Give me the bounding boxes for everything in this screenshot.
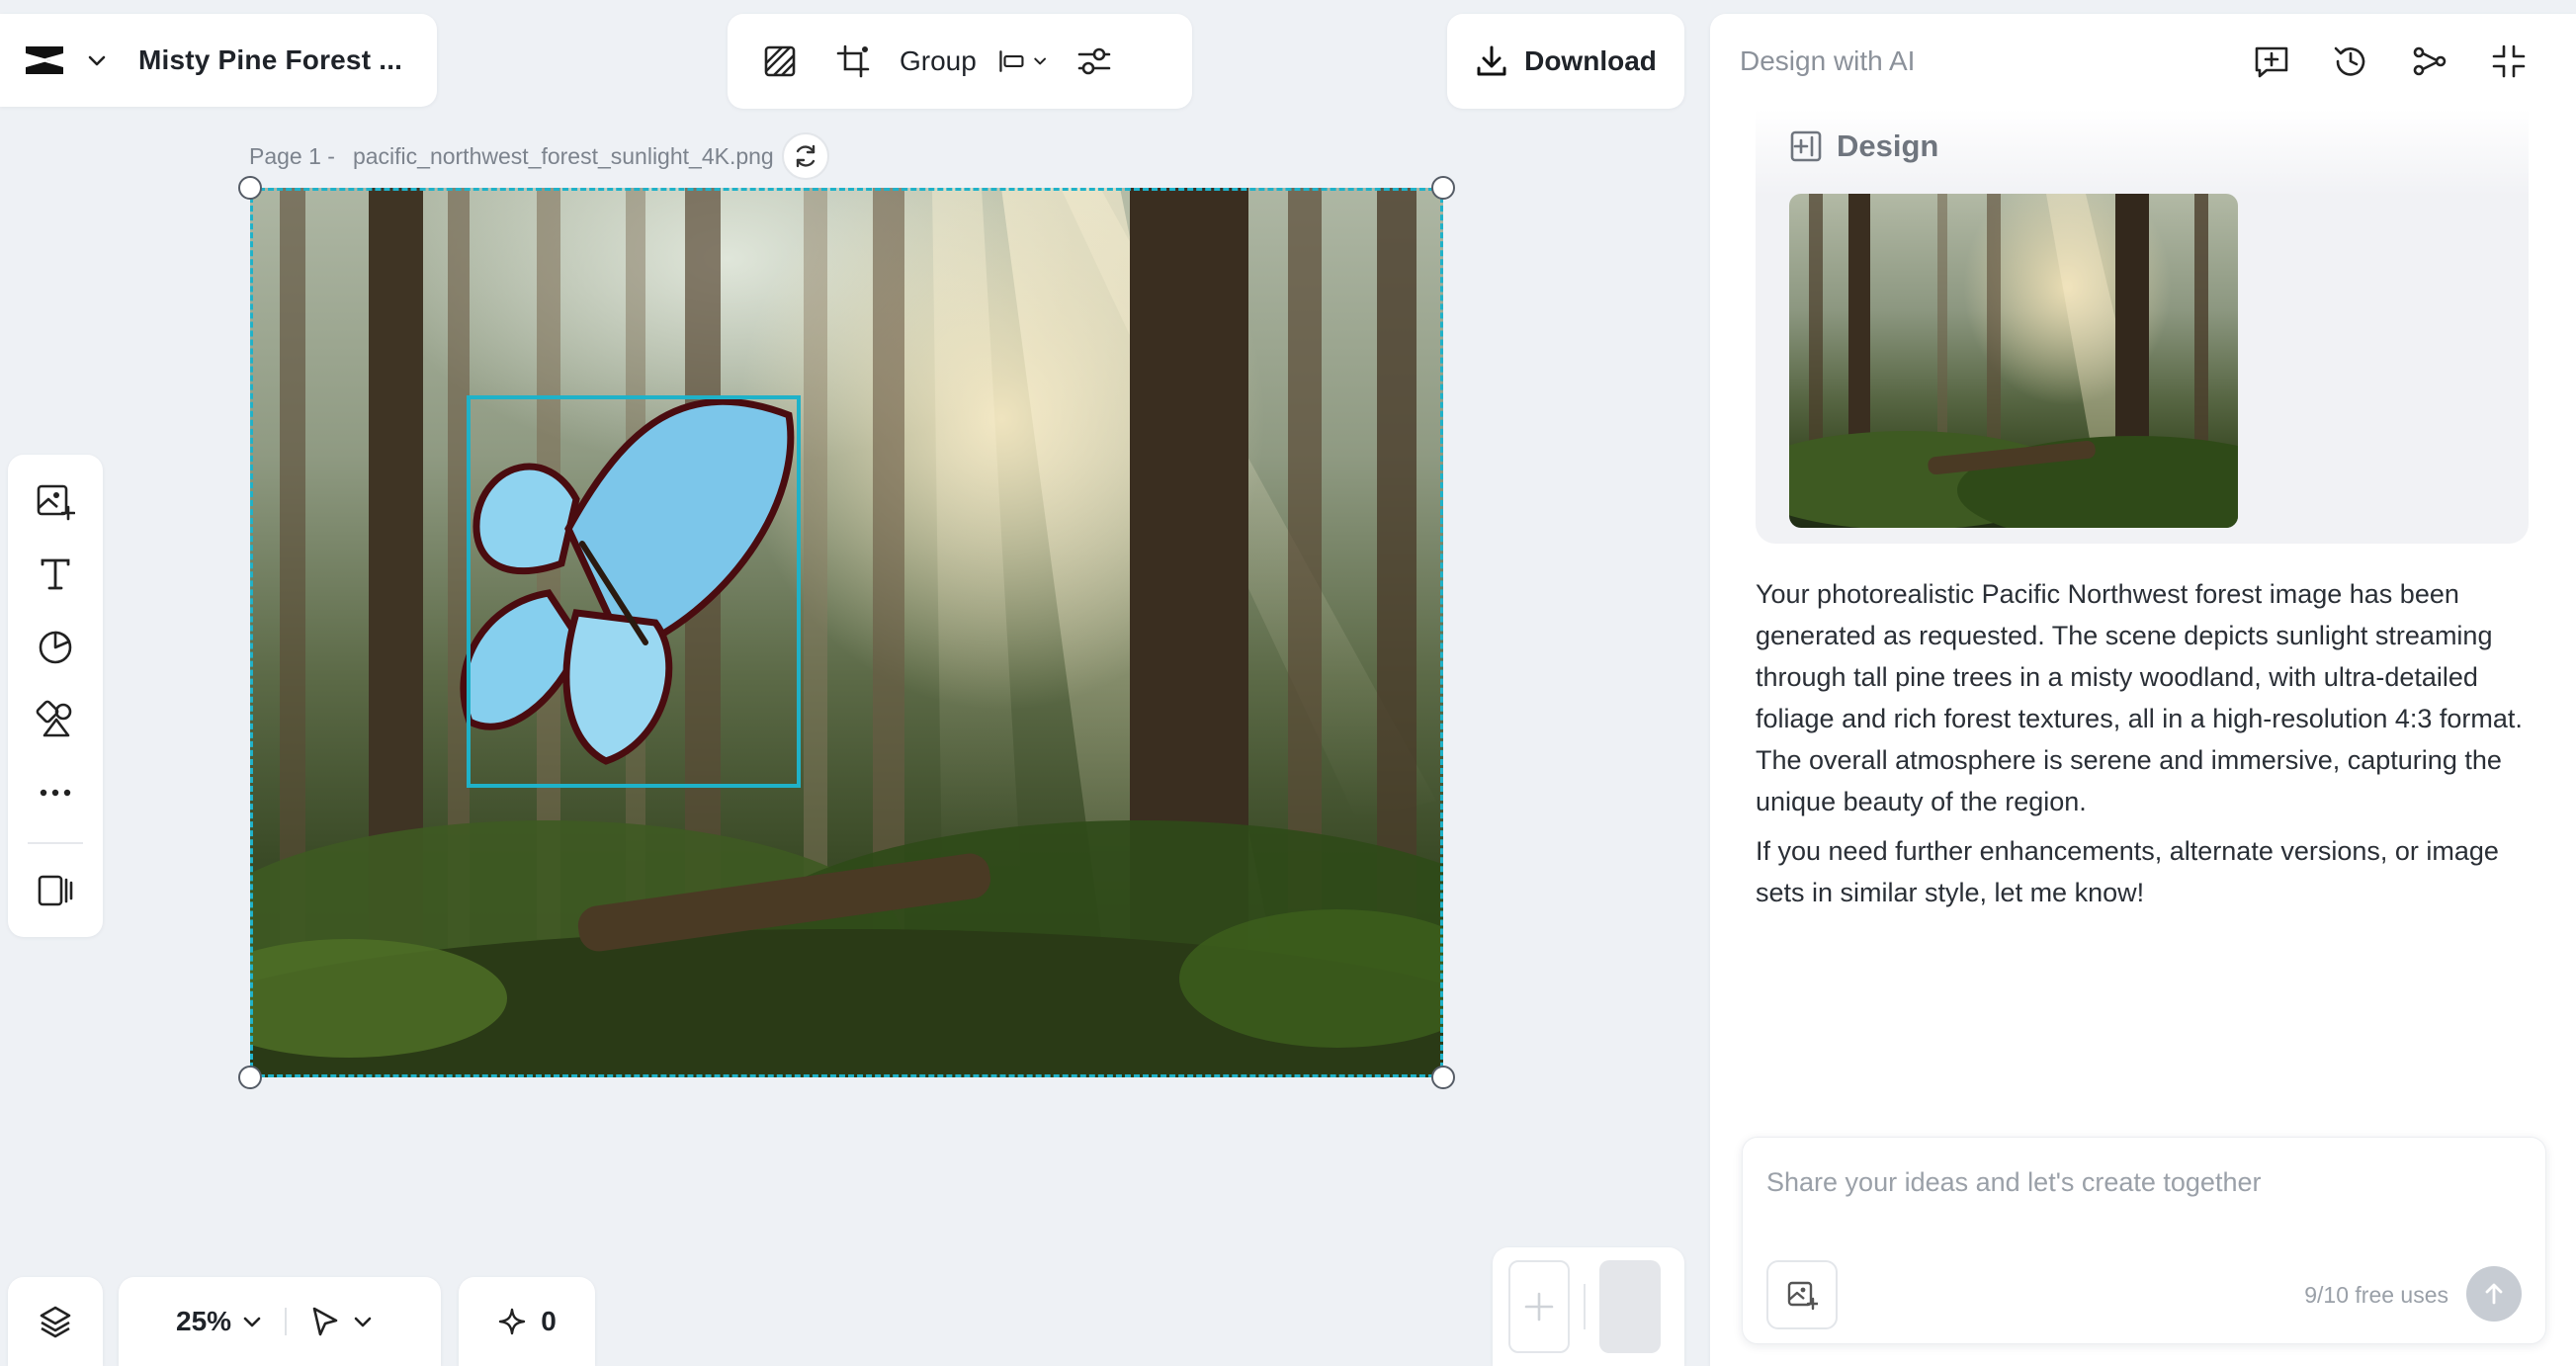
sparkle-icon	[499, 1308, 526, 1335]
plus-icon	[1524, 1292, 1554, 1322]
page-label: Page 1 - pacific_northwest_forest_sunlig…	[249, 132, 829, 180]
history-icon[interactable]	[2327, 38, 2374, 85]
elements-icon[interactable]	[28, 693, 83, 746]
credits-count: 0	[541, 1306, 557, 1336]
resize-handle-bottom-right[interactable]	[1431, 1066, 1455, 1089]
capcut-logo-icon[interactable]	[20, 36, 69, 85]
ai-header-actions	[2248, 38, 2576, 85]
more-icon[interactable]	[28, 766, 83, 819]
ai-message-paragraph: If you need further enhancements, altern…	[1756, 836, 2499, 907]
sliders-icon[interactable]	[1070, 37, 1119, 86]
chevron-down-icon[interactable]	[241, 1311, 263, 1332]
send-button[interactable]	[2466, 1266, 2522, 1322]
separator	[285, 1308, 288, 1335]
separator	[1584, 1284, 1586, 1329]
refresh-icon[interactable]	[781, 132, 829, 180]
transparency-icon[interactable]	[755, 37, 805, 86]
align-left-icon	[999, 50, 1024, 72]
prompt-box: 9/10 free uses	[1742, 1137, 2546, 1344]
arrow-up-icon	[2485, 1283, 2503, 1305]
design-card-title: Design	[1837, 128, 1939, 163]
layers-button[interactable]	[8, 1277, 103, 1366]
align-dropdown[interactable]	[998, 37, 1048, 86]
chevron-down-icon	[354, 1317, 372, 1327]
crop-icon[interactable]	[828, 37, 878, 86]
layers-icon	[40, 1306, 71, 1338]
chevron-down-icon	[1033, 57, 1046, 65]
pointer-tool-dropdown[interactable]	[308, 1305, 374, 1338]
panel-toggle-icon[interactable]	[28, 864, 83, 917]
group-button[interactable]: Group	[900, 45, 977, 77]
resize-handle-bottom-left[interactable]	[238, 1066, 262, 1089]
free-uses-counter: 9/10 free uses	[2304, 1282, 2448, 1308]
zoom-level[interactable]: 25%	[176, 1306, 231, 1337]
butterfly-selection-box[interactable]	[467, 395, 801, 788]
rail-divider	[28, 842, 83, 845]
prompt-input[interactable]	[1766, 1167, 2518, 1198]
pages-panel	[1493, 1247, 1684, 1366]
share-icon[interactable]	[2406, 38, 2453, 85]
zoom-controls: 25%	[119, 1277, 441, 1366]
shapes-icon[interactable]	[28, 620, 83, 673]
page-thumbnail[interactable]	[1599, 1260, 1661, 1353]
design-result-card: Design	[1756, 109, 2529, 544]
image-upload-icon	[1787, 1281, 1818, 1311]
download-button[interactable]: Download	[1447, 14, 1684, 109]
ai-response-message: Your photorealistic Pacific Northwest fo…	[1756, 573, 2536, 913]
ai-panel-header: Design with AI	[1710, 14, 2576, 109]
text-icon[interactable]	[28, 548, 83, 601]
ai-panel-title: Design with AI	[1740, 45, 1916, 76]
pointer-icon	[312, 1307, 338, 1336]
ai-message-paragraph: Your photorealistic Pacific Northwest fo…	[1756, 579, 2523, 816]
collapse-icon[interactable]	[2485, 38, 2533, 85]
ai-credits-button[interactable]: 0	[459, 1277, 595, 1366]
project-title[interactable]: Misty Pine Forest ...	[138, 44, 402, 76]
chevron-down-icon[interactable]	[83, 46, 111, 74]
left-tool-rail	[8, 455, 103, 937]
image-file-name[interactable]: pacific_northwest_forest_sunlight_4K.png	[353, 143, 774, 170]
design-icon	[1790, 130, 1822, 162]
ai-design-panel: Design with AI Design Your photorealisti…	[1710, 14, 2576, 1366]
page-number-label: Page 1 -	[249, 142, 335, 169]
canvas-toolbar: Group	[728, 14, 1192, 109]
forest-canvas-image[interactable]	[250, 188, 1443, 1077]
download-icon	[1477, 45, 1506, 76]
resize-handle-top-left[interactable]	[238, 176, 262, 200]
generated-image-thumbnail[interactable]	[1789, 194, 2238, 528]
add-image-icon[interactable]	[28, 474, 83, 528]
download-label: Download	[1524, 45, 1657, 76]
project-panel: Misty Pine Forest ...	[0, 14, 437, 107]
design-card-header: Design	[1789, 128, 1938, 164]
new-chat-icon[interactable]	[2248, 38, 2295, 85]
upload-image-button[interactable]	[1766, 1260, 1838, 1329]
resize-handle-top-right[interactable]	[1431, 176, 1455, 200]
add-page-button[interactable]	[1508, 1260, 1570, 1353]
